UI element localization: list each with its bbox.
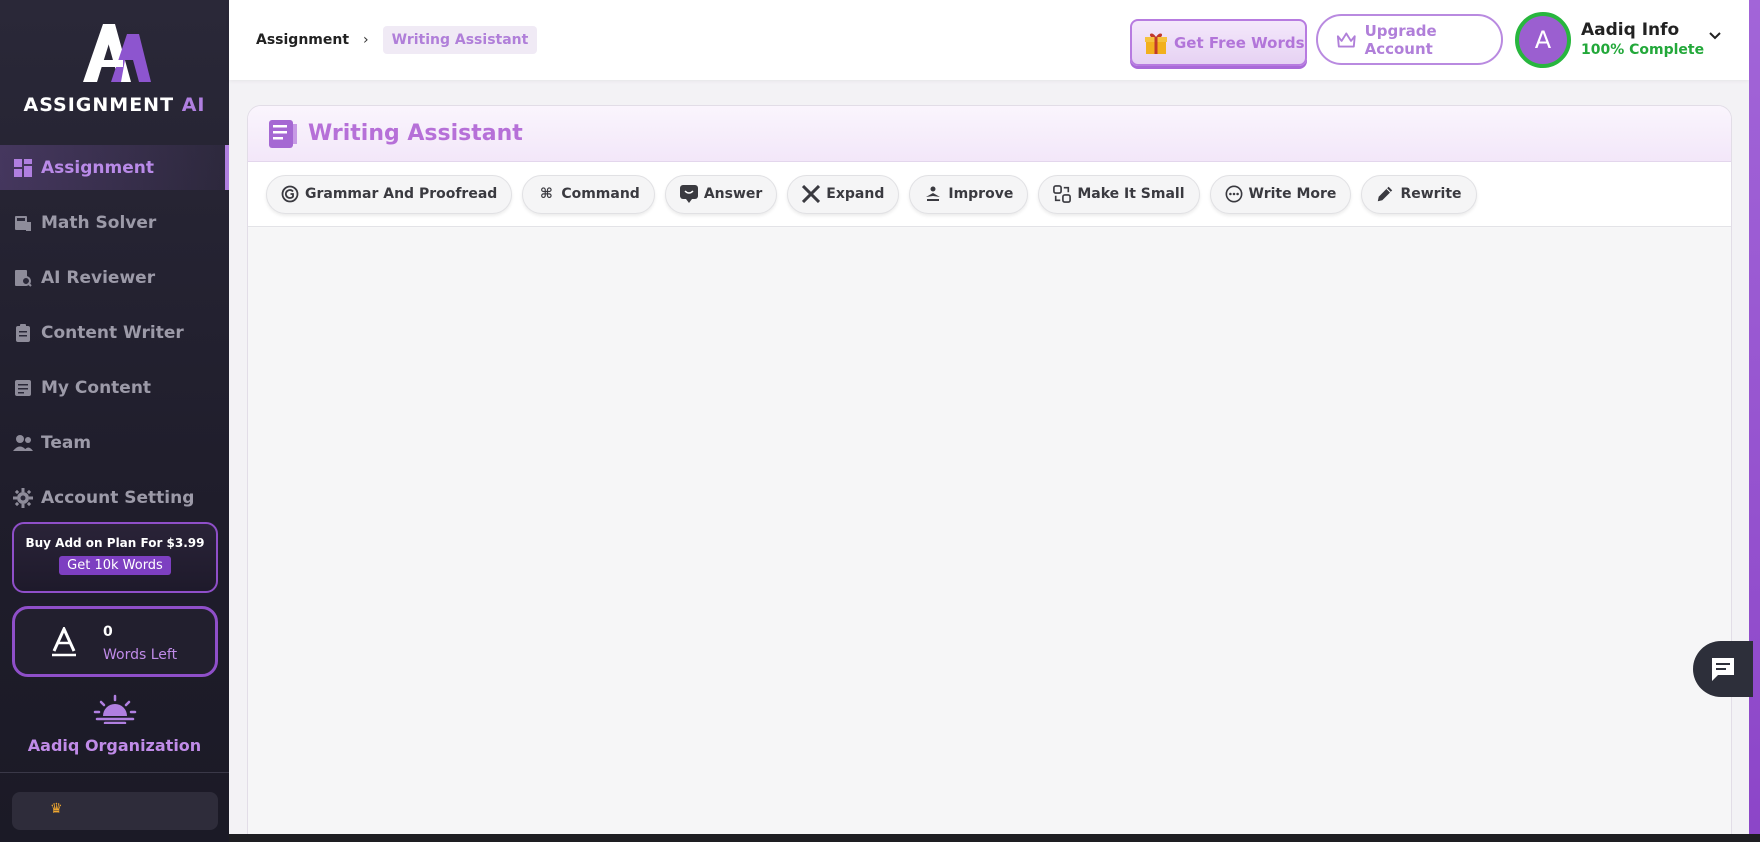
chat-icon [1712, 658, 1734, 681]
sidebar-item-label: Content Writer [41, 322, 184, 343]
grammar-icon [281, 185, 299, 203]
logo[interactable]: ASSIGNMENT AI [0, 20, 229, 116]
get-10k-words-button[interactable]: Get 10k Words [59, 556, 171, 575]
words-left-card: 0 Words Left [12, 606, 218, 677]
tool-label: Write More [1248, 186, 1337, 202]
math-icon [13, 213, 33, 233]
tool-label: Command [561, 186, 640, 202]
tool-label: Answer [703, 186, 763, 202]
sidebar-divider [0, 772, 229, 773]
page-title: Writing Assistant [308, 121, 523, 146]
avatar[interactable]: A [1515, 12, 1571, 68]
sidebar-item-label: My Content [41, 377, 152, 398]
breadcrumb-root[interactable]: Assignment [256, 32, 349, 48]
rewrite-button[interactable]: Rewrite [1361, 174, 1477, 214]
dashboard-icon [13, 158, 33, 178]
tool-label: Improve [948, 186, 1014, 202]
get-free-words-button[interactable]: Get Free Words [1130, 19, 1307, 66]
answer-button[interactable]: Answer [664, 174, 778, 214]
writing-assistant-card: Writing Assistant Grammar And Proofread … [247, 105, 1732, 842]
improve-icon [924, 185, 942, 203]
sidebar-item-team[interactable]: Team [0, 420, 229, 465]
chevron-down-icon[interactable] [1707, 28, 1723, 44]
improve-button[interactable]: Improve [909, 174, 1029, 214]
right-edge-strip [1749, 0, 1760, 842]
tool-label: Expand [826, 186, 885, 202]
premium-bar[interactable]: ♛ [12, 792, 218, 830]
gear-icon [13, 487, 33, 508]
logo-text: ASSIGNMENT AI [23, 94, 206, 116]
sidebar-nav: Assignment Math Solver AI Reviewer Conte… [0, 145, 229, 530]
promo-title: Buy Add on Plan For $3.99 [25, 536, 205, 550]
editor-area[interactable] [248, 228, 1731, 841]
command-icon: ⌘ [539, 186, 553, 202]
organization-name: Aadiq Organization [27, 736, 202, 755]
words-left-label: Words Left [103, 647, 178, 663]
profile-completion-status: 100% Complete [1581, 42, 1705, 58]
sidebar-item-math-solver[interactable]: Math Solver [0, 200, 229, 245]
team-icon [13, 433, 33, 453]
crown-icon: ♛ [50, 801, 63, 817]
expand-button[interactable]: Expand [787, 174, 900, 214]
notebook-icon [269, 119, 297, 148]
organization[interactable]: Aadiq Organization [0, 694, 229, 755]
upgrade-account-label: Upgrade Account [1364, 21, 1437, 58]
app: ASSIGNMENT AI Assignment Math Solver AI … [0, 0, 1760, 842]
assignment-a-icon [51, 625, 77, 664]
write-more-button[interactable]: Write More [1209, 174, 1352, 214]
pencil-icon [1376, 185, 1394, 203]
card-header: Writing Assistant [248, 106, 1731, 162]
sidebar-item-my-content[interactable]: My Content [0, 365, 229, 410]
logo-mark-icon [82, 24, 151, 82]
sidebar-item-assignment[interactable]: Assignment [0, 145, 229, 190]
crown-outline-icon [1336, 32, 1356, 47]
shrink-icon [1053, 185, 1072, 203]
make-it-small-button[interactable]: Make It Small [1038, 174, 1200, 214]
sidebar-item-label: Math Solver [41, 212, 157, 233]
sidebar-item-account-setting[interactable]: Account Setting [0, 475, 229, 520]
sidebar-item-label: AI Reviewer [41, 267, 156, 288]
tool-label: Grammar And Proofread [305, 186, 498, 202]
sidebar-item-content-writer[interactable]: Content Writer [0, 310, 229, 355]
words-left-count: 0 [103, 624, 113, 640]
chevron-right-icon: › [363, 32, 369, 48]
command-button[interactable]: ⌘ Command [522, 174, 655, 214]
reviewer-icon [13, 268, 33, 288]
expand-icon [802, 185, 821, 203]
gift-icon [1145, 33, 1167, 54]
grammar-and-proofread-button[interactable]: Grammar And Proofread [266, 174, 513, 214]
document-icon [13, 378, 33, 398]
chat-widget-button[interactable] [1693, 641, 1753, 697]
user-name[interactable]: Aadiq Info [1581, 20, 1679, 40]
sidebar-item-label: Assignment [41, 157, 154, 178]
tool-label: Rewrite [1400, 186, 1462, 202]
sidebar-item-label: Team [41, 432, 92, 453]
answer-icon [679, 185, 698, 203]
sunrise-icon [93, 694, 136, 725]
sidebar-item-label: Account Setting [41, 487, 195, 508]
top-header: Assignment › Writing Assistant Get Free … [229, 0, 1749, 80]
breadcrumb-current: Writing Assistant [382, 26, 538, 54]
breadcrumb: Assignment › Writing Assistant [256, 26, 538, 54]
upgrade-account-button[interactable]: Upgrade Account [1316, 14, 1503, 65]
get-free-words-label: Get Free Words [1174, 33, 1305, 52]
bottom-bar [229, 834, 1760, 842]
addon-promo-card: Buy Add on Plan For $3.99 Get 10k Words [12, 522, 218, 593]
write-more-icon [1225, 185, 1243, 203]
writing-toolbar: Grammar And Proofread ⌘ Command Answer E… [248, 162, 1731, 227]
sidebar-item-ai-reviewer[interactable]: AI Reviewer [0, 255, 229, 300]
clipboard-icon [13, 323, 33, 343]
sidebar: ASSIGNMENT AI Assignment Math Solver AI … [0, 0, 229, 842]
tool-label: Make It Small [1077, 186, 1185, 202]
